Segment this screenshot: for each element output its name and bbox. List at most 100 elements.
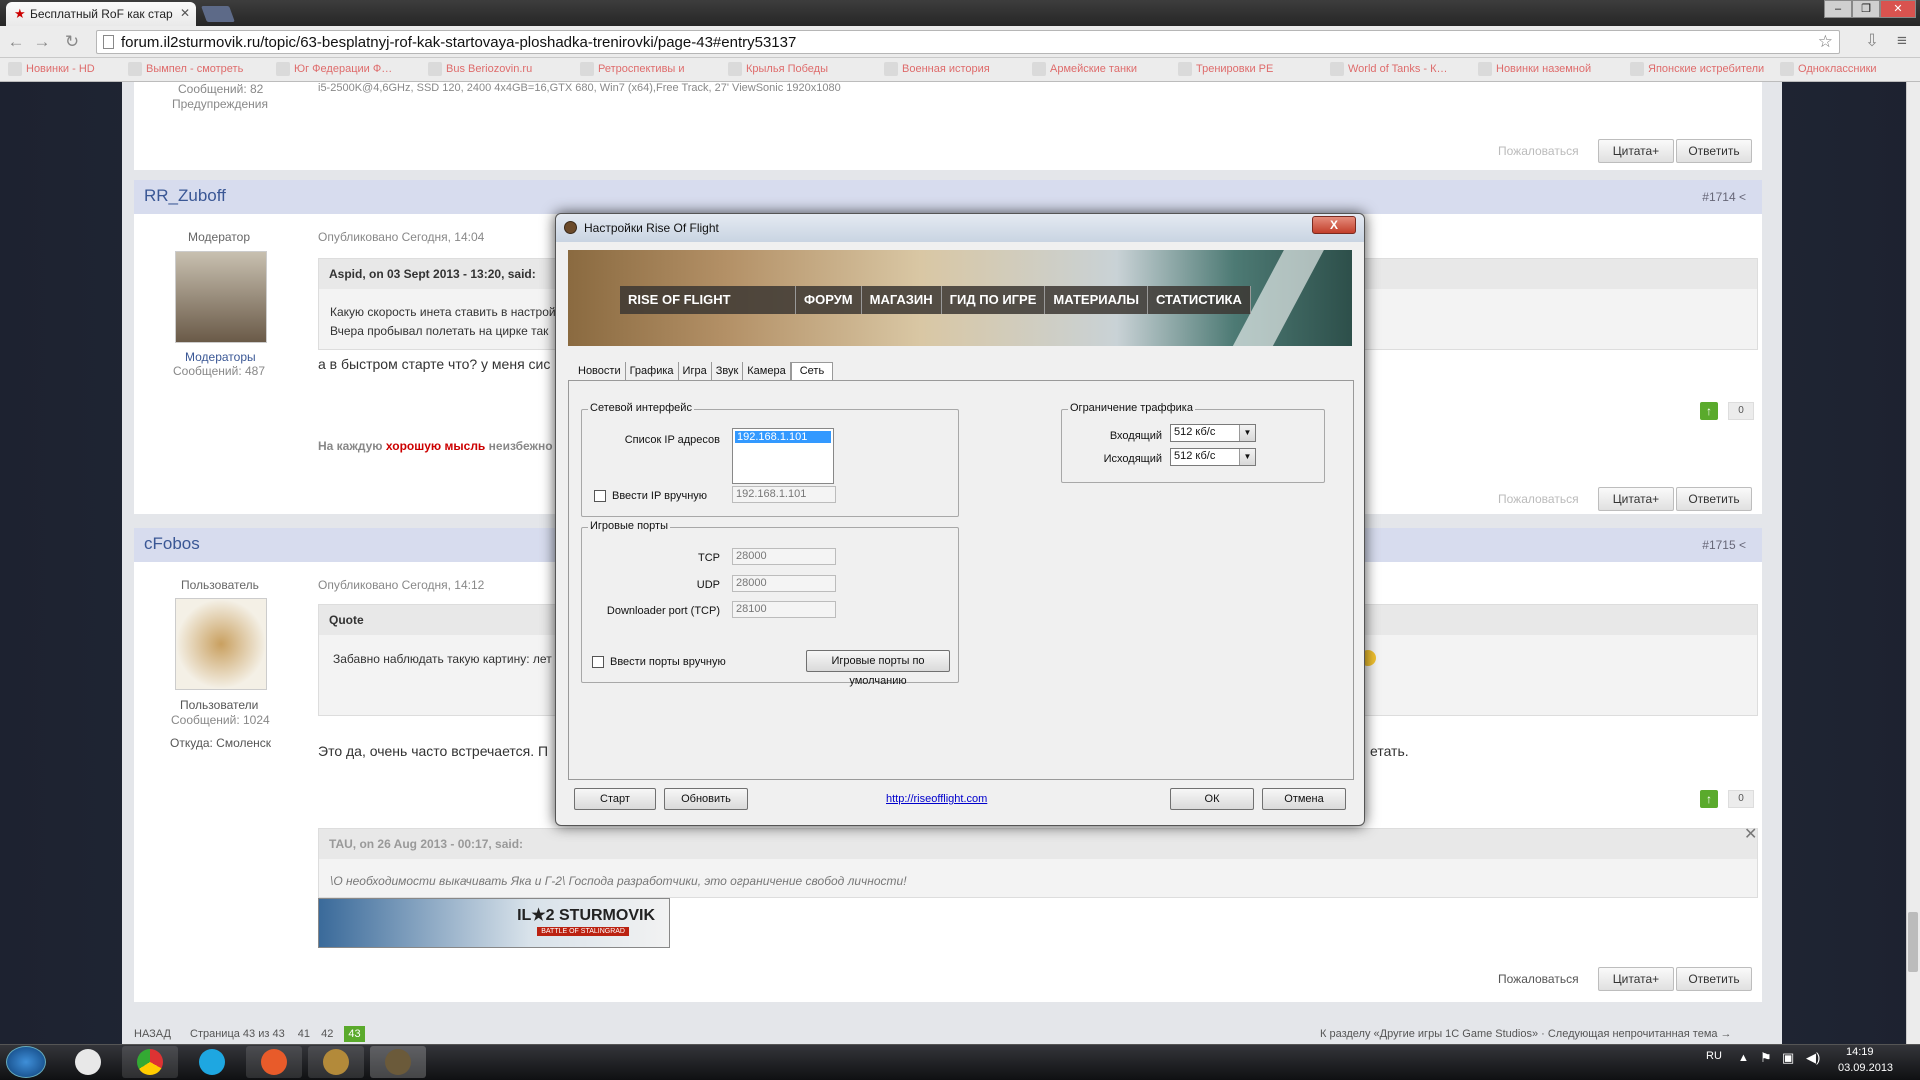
bookmark-item[interactable]: Армейские танки bbox=[1032, 62, 1137, 78]
bookmark-item[interactable]: Новинки наземной bbox=[1478, 62, 1591, 78]
download-icon[interactable]: ⇩ bbox=[1860, 31, 1884, 51]
forward-arrow-icon[interactable]: → bbox=[30, 32, 54, 52]
skype-icon[interactable] bbox=[184, 1046, 240, 1078]
bookmark-item[interactable]: Новинки - HD bbox=[8, 62, 95, 78]
reply-button[interactable]: Ответить bbox=[1676, 139, 1752, 163]
start-button-icon[interactable] bbox=[6, 1046, 46, 1078]
share-icon[interactable]: < bbox=[1739, 190, 1746, 204]
pager-back[interactable]: НАЗАД bbox=[134, 1028, 171, 1040]
vote-up-icon[interactable]: ↑ bbox=[1700, 402, 1718, 420]
tab-sound[interactable]: Звук bbox=[712, 362, 744, 380]
volume-icon[interactable]: ◀) bbox=[1806, 1050, 1820, 1066]
reload-icon[interactable]: ↻ bbox=[60, 32, 84, 52]
dropdown-arrow-icon[interactable]: ▼ bbox=[1239, 449, 1255, 465]
outgoing-select[interactable]: 512 кб/с ▼ bbox=[1170, 448, 1256, 466]
back-arrow-icon[interactable]: ← bbox=[4, 32, 28, 52]
manual-ip-field[interactable]: 192.168.1.101 bbox=[732, 486, 836, 503]
tab-graphics[interactable]: Графика bbox=[626, 362, 679, 380]
nav-forum[interactable]: ФОРУМ bbox=[796, 286, 862, 314]
maximize-window-button[interactable]: ❐ bbox=[1852, 0, 1880, 18]
reply-button[interactable]: Ответить bbox=[1676, 487, 1752, 511]
post-warnings[interactable]: Предупреждения bbox=[172, 97, 268, 111]
cancel-button[interactable]: Отмена bbox=[1262, 788, 1346, 810]
page-link[interactable]: 42 bbox=[321, 1028, 333, 1040]
report-link[interactable]: Пожаловаться bbox=[1498, 972, 1579, 986]
avatar[interactable] bbox=[175, 598, 267, 690]
bookmark-item[interactable]: Одноклассники bbox=[1780, 62, 1877, 78]
report-link[interactable]: Пожаловаться bbox=[1498, 144, 1579, 158]
avatar[interactable] bbox=[175, 251, 267, 343]
close-tab-icon[interactable]: ✕ bbox=[180, 6, 190, 20]
dialog-titlebar[interactable]: Настройки Rise Of Flight bbox=[556, 214, 1364, 242]
post-author[interactable]: RR_Zuboff bbox=[144, 186, 226, 205]
ip-list-item[interactable]: 192.168.1.101 bbox=[735, 431, 831, 443]
action-center-flag-icon[interactable]: ⚑ bbox=[1760, 1050, 1772, 1066]
dropdown-arrow-icon[interactable]: ▼ bbox=[1239, 425, 1255, 441]
rof-settings-icon[interactable] bbox=[370, 1046, 426, 1078]
tcp-port-field[interactable]: 28000 bbox=[732, 548, 836, 565]
bookmark-item[interactable]: Японские истребители bbox=[1630, 62, 1764, 78]
address-bar[interactable]: forum.il2sturmovik.ru/topic/63-besplatny… bbox=[96, 30, 1840, 54]
nav-statistics[interactable]: СТАТИСТИКА bbox=[1147, 286, 1251, 314]
game-launcher-icon[interactable] bbox=[308, 1046, 364, 1078]
bookmark-item[interactable]: World of Tanks - К… bbox=[1330, 62, 1448, 78]
quote-button[interactable]: Цитата+ bbox=[1598, 139, 1674, 163]
browser-tab[interactable]: ★ Бесплатный RoF как стар ✕ bbox=[6, 2, 196, 26]
new-tab-button[interactable] bbox=[201, 6, 235, 22]
ip-list[interactable]: 192.168.1.101 bbox=[732, 428, 834, 484]
tab-news[interactable]: Новости bbox=[574, 362, 626, 380]
signature-banner[interactable]: IL★2 STURMOVIK BATTLE OF STALINGRAD bbox=[318, 898, 670, 948]
website-link[interactable]: http://riseofflight.com bbox=[886, 793, 987, 805]
media-player-icon[interactable] bbox=[246, 1046, 302, 1078]
tab-game[interactable]: Игра bbox=[679, 362, 712, 380]
tray-expand-icon[interactable]: ▲ bbox=[1738, 1052, 1749, 1064]
ok-button[interactable]: ОК bbox=[1170, 788, 1254, 810]
language-indicator[interactable]: RU bbox=[1706, 1050, 1722, 1062]
bookmark-star-icon[interactable]: ☆ bbox=[1818, 32, 1833, 52]
post-number[interactable]: #1715 bbox=[1702, 538, 1735, 552]
chrome-icon[interactable] bbox=[122, 1046, 178, 1078]
share-icon[interactable]: < bbox=[1739, 538, 1746, 552]
bookmark-item[interactable]: Юг Федерации Ф… bbox=[276, 62, 392, 78]
menu-icon[interactable]: ≡ bbox=[1890, 31, 1914, 51]
page-link[interactable]: 41 bbox=[298, 1028, 310, 1040]
nav-materials[interactable]: МАТЕРИАЛЫ bbox=[1045, 286, 1148, 314]
bookmark-item[interactable]: Вымпел - смотреть bbox=[128, 62, 243, 78]
next-topic-link[interactable]: К разделу «Другие игры 1С Game Studios» … bbox=[1320, 1028, 1732, 1040]
udp-port-field[interactable]: 28000 bbox=[732, 575, 836, 592]
dialog-close-button[interactable]: X bbox=[1312, 216, 1356, 234]
quote-button[interactable]: Цитата+ bbox=[1598, 487, 1674, 511]
refresh-button[interactable]: Обновить bbox=[664, 788, 748, 810]
minimize-window-button[interactable]: – bbox=[1824, 0, 1852, 18]
default-ports-button[interactable]: Игровые порты по умолчанию bbox=[806, 650, 950, 687]
scrollbar-thumb[interactable] bbox=[1908, 912, 1918, 972]
downloader-port-field[interactable]: 28100 bbox=[732, 601, 836, 618]
bookmark-item[interactable]: Bus Beriozovin.ru bbox=[428, 62, 532, 78]
paint-icon[interactable] bbox=[60, 1046, 116, 1078]
bookmark-item[interactable]: Ретроспективы и bbox=[580, 62, 685, 78]
bookmark-item[interactable]: Тренировки РЕ bbox=[1178, 62, 1273, 78]
post-user-group[interactable]: Модераторы bbox=[185, 350, 256, 364]
nav-shop[interactable]: МАГАЗИН bbox=[861, 286, 942, 314]
manual-ports-checkbox[interactable] bbox=[592, 656, 604, 668]
vote-up-icon[interactable]: ↑ bbox=[1700, 790, 1718, 808]
bookmark-item[interactable]: Крылья Победы bbox=[728, 62, 828, 78]
clock-date[interactable]: 03.09.2013 bbox=[1838, 1062, 1893, 1074]
network-icon[interactable]: ▣ bbox=[1782, 1050, 1794, 1066]
close-icon[interactable]: ✕ bbox=[1744, 824, 1757, 844]
clock-time[interactable]: 14:19 bbox=[1846, 1046, 1874, 1058]
incoming-select[interactable]: 512 кб/с ▼ bbox=[1170, 424, 1256, 442]
tab-network[interactable]: Сеть bbox=[790, 362, 834, 382]
start-button[interactable]: Старт bbox=[574, 788, 656, 810]
post-number[interactable]: #1714 bbox=[1702, 190, 1735, 204]
nav-guide[interactable]: ГИД ПО ИГРЕ bbox=[941, 286, 1046, 314]
post-author[interactable]: cFobos bbox=[144, 534, 200, 553]
report-link[interactable]: Пожаловаться bbox=[1498, 492, 1579, 506]
tab-camera[interactable]: Камера bbox=[743, 362, 791, 380]
reply-button[interactable]: Ответить bbox=[1676, 967, 1752, 991]
quote-button[interactable]: Цитата+ bbox=[1598, 967, 1674, 991]
close-window-button[interactable]: ✕ bbox=[1880, 0, 1916, 18]
manual-ip-checkbox[interactable] bbox=[594, 490, 606, 502]
page-scrollbar[interactable] bbox=[1906, 82, 1920, 1044]
nav-rise-of-flight[interactable]: RISE OF FLIGHT bbox=[620, 286, 796, 314]
